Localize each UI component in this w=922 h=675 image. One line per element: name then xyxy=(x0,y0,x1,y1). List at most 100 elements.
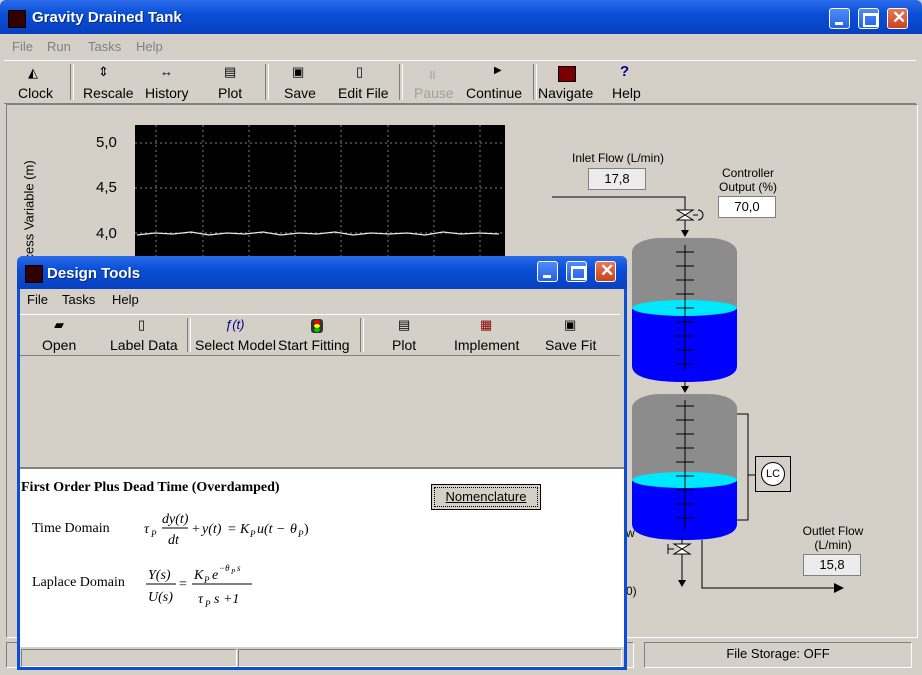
close-button[interactable]: ✕ xyxy=(887,8,908,29)
svg-text:s +1: s +1 xyxy=(214,592,239,607)
label-data-button[interactable]: ▯ Label Data xyxy=(108,317,180,353)
nomenclature-label: Nomenclature xyxy=(445,489,527,504)
svg-text:=: = xyxy=(179,577,187,592)
main-title-bar[interactable]: Gravity Drained Tank ✕ xyxy=(0,0,922,34)
navigate-button[interactable]: Navigate xyxy=(536,63,598,101)
svg-text:P: P xyxy=(249,529,256,539)
printer-icon: ▤ xyxy=(224,64,237,79)
nomenclature-button[interactable]: Nomenclature xyxy=(431,484,541,510)
edit-file-button[interactable]: ▯ Edit File xyxy=(336,63,392,101)
help-label: Help xyxy=(612,85,641,101)
inlet-flow-field: 17,8 xyxy=(588,168,646,190)
y-tick-label: 5,0 xyxy=(96,134,117,151)
history-icon: ↔ xyxy=(160,64,173,79)
continue-button[interactable]: ▶ Continue xyxy=(464,63,526,101)
partial-text: w xyxy=(626,526,635,540)
design-tools-close-button[interactable]: ✕ xyxy=(595,261,616,282)
menu-help[interactable]: Help xyxy=(136,39,163,54)
lc-circle: LC xyxy=(761,462,785,486)
process-variable-plot xyxy=(135,125,505,260)
plot-button[interactable]: ▤ Plot xyxy=(212,63,252,101)
design-tools-minimize-button[interactable] xyxy=(537,261,558,282)
laplace-domain-label: Laplace Domain xyxy=(32,575,125,590)
document-icon: ▯ xyxy=(356,64,364,79)
design-tools-app-icon[interactable] xyxy=(25,265,43,283)
toolbar-separator xyxy=(70,64,74,100)
dt-menu-help[interactable]: Help xyxy=(112,292,139,307)
design-tools-status-bar xyxy=(20,647,624,667)
edit-file-label: Edit File xyxy=(338,85,389,101)
y-tick-label: 4,0 xyxy=(96,225,117,242)
outlet-valve-icon[interactable] xyxy=(667,543,692,555)
app-icon[interactable] xyxy=(8,10,26,28)
save-fit-button[interactable]: ▣ Save Fit xyxy=(540,317,602,353)
clock-button[interactable]: ◭ Clock xyxy=(12,63,58,101)
svg-text:): ) xyxy=(304,522,309,537)
design-tools-maximize-button[interactable] xyxy=(566,261,587,282)
rescale-label: Rescale xyxy=(83,85,134,101)
upper-tank xyxy=(632,238,737,382)
model-title: First Order Plus Dead Time (Overdamped) xyxy=(21,480,280,495)
close-icon: ✕ xyxy=(600,261,615,280)
open-label: Open xyxy=(42,337,77,353)
svg-text:s: s xyxy=(237,563,241,573)
open-button[interactable]: ▰ Open xyxy=(40,317,82,353)
toolbar-separator xyxy=(360,318,364,352)
svg-text:e: e xyxy=(212,568,218,583)
level-controller-box[interactable]: LC xyxy=(755,456,791,492)
plot-label: Plot xyxy=(218,85,243,101)
inlet-valve-icon[interactable] xyxy=(675,209,704,221)
design-tools-body: File Tasks Help ▰ Open ▯ Label Data ƒ(t)… xyxy=(20,289,624,667)
close-icon: ✕ xyxy=(892,8,907,27)
lower-tank xyxy=(632,394,737,540)
svg-text:U(s): U(s) xyxy=(148,590,173,605)
svg-text:K: K xyxy=(239,522,250,537)
status-panel-file-storage: File Storage: OFF xyxy=(644,642,912,668)
svg-text:dy(t): dy(t) xyxy=(162,512,189,527)
implement-button[interactable]: ▦ Implement xyxy=(450,317,524,353)
pause-button[interactable]: ॥ Pause xyxy=(410,63,454,101)
minimize-icon xyxy=(835,22,843,25)
rescale-button[interactable]: ⇕ Rescale xyxy=(80,63,134,101)
help-button[interactable]: ? Help xyxy=(610,63,644,101)
svg-text:dt: dt xyxy=(168,533,180,548)
help-icon: ? xyxy=(620,63,630,80)
pause-icon: ॥ xyxy=(428,67,436,82)
design-tools-title-bar[interactable]: Design Tools ✕ xyxy=(17,256,627,289)
menu-file[interactable]: File xyxy=(12,39,33,54)
implement-label: Implement xyxy=(454,337,520,353)
start-fitting-label: Start Fitting xyxy=(278,337,350,353)
menu-tasks[interactable]: Tasks xyxy=(88,39,121,54)
menu-run[interactable]: Run xyxy=(47,39,71,54)
dt-menu-tasks[interactable]: Tasks xyxy=(62,292,95,307)
main-toolbar: ◭ Clock ⇕ Rescale ↔ History ▤ Plot ▣ Sav… xyxy=(4,60,916,104)
main-window-title: Gravity Drained Tank xyxy=(32,9,182,26)
laplace-domain-equation: Y(s) U(s) = KP e −θ Ps τP s +1 xyxy=(146,563,252,609)
history-button[interactable]: ↔ History xyxy=(144,63,196,101)
design-tools-toolbar: ▰ Open ▯ Label Data ƒ(t) Select Model St… xyxy=(20,314,620,356)
dt-plot-button[interactable]: ▤ Plot xyxy=(384,317,424,353)
design-tools-title: Design Tools xyxy=(47,265,141,282)
svg-text:+: + xyxy=(192,522,200,537)
design-tools-menu-bar: File Tasks Help xyxy=(20,289,624,311)
minimize-button[interactable] xyxy=(829,8,850,29)
dt-plot-label: Plot xyxy=(392,337,417,353)
outlet-flow-label: Outlet Flow (L/min) xyxy=(802,524,864,552)
maximize-button[interactable] xyxy=(858,8,879,29)
minimize-icon xyxy=(543,275,551,278)
save-button[interactable]: ▣ Save xyxy=(280,63,320,101)
maximize-icon xyxy=(863,13,878,27)
dt-menu-file[interactable]: File xyxy=(27,292,48,307)
svg-text:τ: τ xyxy=(144,522,150,537)
open-folder-icon: ▰ xyxy=(54,317,64,332)
navigate-icon xyxy=(558,66,576,82)
design-tools-window: Design Tools ✕ File Tasks Help ▰ Open ▯ … xyxy=(17,256,627,670)
y-axis-label: cess Variable (m) xyxy=(21,160,37,261)
start-fitting-button[interactable]: Start Fitting xyxy=(278,317,354,353)
function-icon: ƒ(t) xyxy=(225,317,245,332)
svg-text:−θ: −θ xyxy=(219,563,230,573)
dt-status-panel xyxy=(21,649,237,667)
toolbar-separator xyxy=(187,318,191,352)
select-model-button[interactable]: ƒ(t) Select Model xyxy=(193,317,276,353)
clock-label: Clock xyxy=(18,85,54,101)
